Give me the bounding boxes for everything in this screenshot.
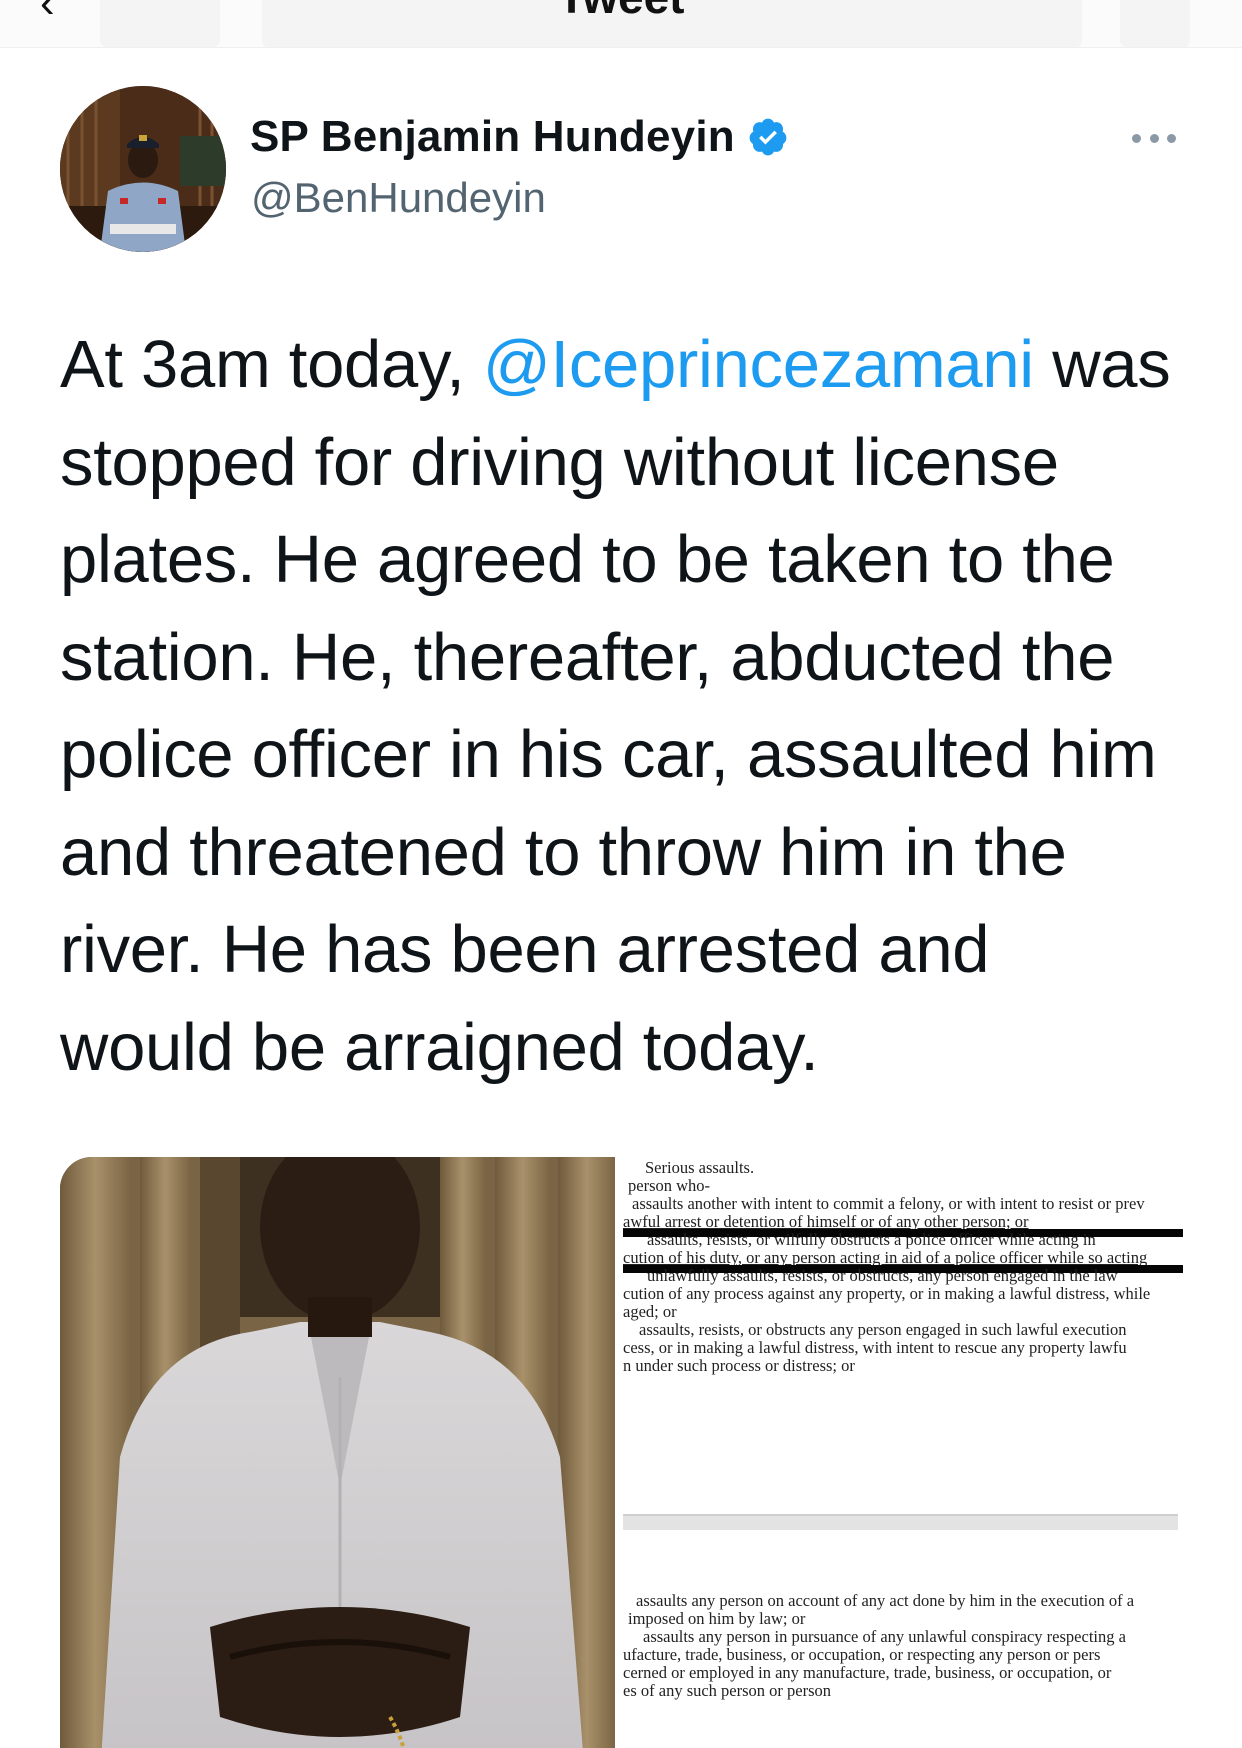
doc-line: assaults, resists, or wilfully obstructs… (647, 1230, 1096, 1249)
tweet-media-grid[interactable]: Serious assaults. person who- assaults a… (60, 1157, 1184, 1748)
doc-line: aged; or (623, 1302, 677, 1321)
doc-line: assaults, resists, or obstructs any pers… (639, 1320, 1127, 1339)
avatar[interactable] (60, 86, 226, 252)
tweet-text-part: was stopped for driving without license … (60, 327, 1171, 1085)
avatar-photo (60, 86, 226, 252)
doc-line: imposed on him by law; or (628, 1609, 806, 1628)
more-dot (1132, 133, 1141, 143)
more-options-icon[interactable] (1132, 122, 1176, 154)
suspect-photo (60, 1157, 615, 1748)
author-handle[interactable]: @BenHundeyin (251, 174, 546, 222)
doc-page-divider (623, 1514, 1178, 1530)
doc-line: assaults another with intent to commit a… (632, 1194, 1145, 1213)
doc-line: unlawfully assaults, resists, or obstruc… (647, 1266, 1118, 1285)
mention-link[interactable]: @Iceprincezamani (483, 327, 1034, 402)
author-display-name[interactable]: SP Benjamin Hundeyin (250, 112, 735, 162)
top-nav-bar: ‹ Tweet (0, 0, 1242, 48)
nav-title: Tweet (0, 0, 1242, 24)
doc-line: es of any such person or person (623, 1681, 832, 1700)
doc-line: assaults any person in pursuance of any … (643, 1627, 1126, 1646)
doc-line: cution of any process against any proper… (623, 1284, 1151, 1303)
doc-line: Serious assaults. (645, 1158, 755, 1177)
more-dot (1149, 133, 1159, 143)
author-name-row[interactable]: SP Benjamin Hundeyin (250, 112, 789, 162)
media-photo-left[interactable] (60, 1157, 615, 1748)
more-dot (1167, 133, 1176, 143)
doc-line: n under such process or distress; or (623, 1356, 855, 1375)
tweet-text: At 3am today, @Iceprincezamani was stopp… (60, 316, 1180, 1096)
tweet-text-part: At 3am today, (60, 327, 483, 402)
media-document-image[interactable]: Serious assaults. person who- assaults a… (623, 1157, 1184, 1748)
doc-line: assaults any person on account of any ac… (636, 1591, 1135, 1610)
verified-badge-icon (749, 118, 787, 156)
media-gap (615, 1157, 623, 1748)
doc-line: cerned or employed in any manufacture, t… (623, 1663, 1112, 1682)
doc-line: cess, or in making a lawful distress, wi… (623, 1338, 1127, 1357)
doc-line: ufacture, trade, business, or occupation… (623, 1645, 1101, 1664)
doc-line: person who- (628, 1176, 711, 1195)
